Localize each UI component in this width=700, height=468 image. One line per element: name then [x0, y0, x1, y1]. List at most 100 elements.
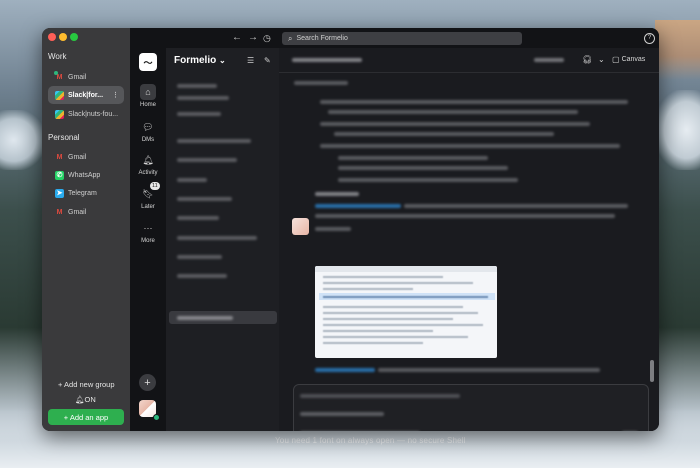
gmail-icon: M	[56, 153, 63, 161]
rail-item-label: More	[141, 238, 155, 244]
channel-title[interactable]	[292, 58, 362, 62]
message-link[interactable]	[315, 368, 375, 372]
message-text	[378, 368, 600, 372]
desktop-wallpaper-clouds-right	[655, 90, 700, 170]
gmail-icon: M	[56, 208, 63, 216]
rail-item-activity[interactable]: 🔔︎ Activity	[130, 152, 166, 177]
online-status-dot	[54, 71, 58, 75]
switcher-item-label: WhatsApp	[68, 171, 101, 179]
message-text	[315, 214, 615, 218]
app-window: Work M Gmail Slack|for... ⋮ Slack|nuts-f…	[42, 28, 659, 431]
rail-item-label: Later	[141, 204, 155, 210]
message-image-attachment[interactable]	[315, 266, 497, 358]
whatsapp-icon: ✆	[55, 170, 64, 180]
list-item[interactable]	[177, 139, 251, 143]
switcher-item-label: Slack|for...	[68, 91, 104, 99]
create-new-button[interactable]: +	[139, 374, 156, 391]
more-icon: ···	[143, 223, 153, 233]
help-icon[interactable]: ?	[644, 33, 655, 44]
add-new-group-button[interactable]: + Add new group	[58, 380, 115, 389]
switcher-item-label: Slack|nuts-fou...	[68, 110, 119, 118]
dms-icon: 💬︎	[142, 121, 154, 132]
back-arrow-icon[interactable]: ←	[232, 32, 242, 44]
message-text	[315, 227, 351, 231]
more-options-icon[interactable]: ⋮	[112, 91, 119, 99]
minimize-window-button[interactable]	[59, 33, 67, 41]
rail-item-later[interactable]: 🔖︎ Later	[130, 186, 166, 211]
filter-icon[interactable]: ☰	[247, 56, 254, 65]
switcher-item-gmail-personal-2[interactable]: M Gmail	[48, 203, 124, 221]
switcher-item-gmail-work[interactable]: M Gmail	[48, 68, 124, 86]
list-item[interactable]	[177, 316, 233, 320]
switcher-item-label: Gmail	[68, 73, 87, 81]
message-author-avatar[interactable]	[292, 218, 309, 235]
switcher-item-label: Gmail	[68, 153, 87, 161]
notifications-state: ON	[84, 395, 96, 404]
switcher-item-slack-nuts[interactable]: Slack|nuts-fou...	[48, 105, 124, 123]
message-composer[interactable]	[293, 384, 649, 431]
chevron-down-icon: ⌄	[219, 56, 226, 65]
composer-input[interactable]	[300, 412, 384, 416]
history-icon[interactable]: ◷	[263, 32, 271, 44]
telegram-icon: ➤	[55, 188, 64, 198]
online-status-dot	[153, 414, 160, 421]
list-item[interactable]	[177, 84, 217, 88]
bell-icon: 🔔︎	[75, 395, 85, 404]
desktop-caption: You need 1 font on always open — no secu…	[275, 436, 466, 445]
app-switcher-panel: Work M Gmail Slack|for... ⋮ Slack|nuts-f…	[42, 28, 130, 431]
search-input[interactable]: ⌕ Search Formelio	[282, 32, 522, 45]
group-title-work: Work	[48, 52, 67, 61]
slack-icon	[55, 90, 64, 100]
rail-item-label: DMs	[141, 137, 155, 143]
message-author-name[interactable]	[315, 192, 359, 196]
message-pane	[279, 48, 659, 431]
rail-item-more[interactable]: ··· More	[130, 220, 166, 244]
list-item[interactable]	[177, 255, 222, 259]
compose-icon[interactable]: ✎	[264, 56, 271, 65]
forward-arrow-icon[interactable]: →	[248, 32, 258, 44]
message-text	[328, 110, 578, 114]
later-count-badge: 11	[150, 182, 160, 190]
switcher-item-whatsapp[interactable]: ✆ WhatsApp	[48, 166, 124, 184]
canvas-button[interactable]: ▢ Canvas	[612, 55, 645, 64]
message-text	[338, 156, 488, 160]
workspace-name[interactable]: Formelio ⌄	[174, 55, 226, 66]
search-placeholder: Search Formelio	[296, 35, 348, 42]
switcher-item-gmail-personal[interactable]: M Gmail	[48, 148, 124, 166]
members-avatars[interactable]	[534, 58, 564, 62]
workspace-logo[interactable]: 〜	[139, 53, 157, 71]
rail-item-label: Activity	[138, 170, 158, 176]
switcher-item-label: Gmail	[68, 208, 87, 216]
list-item[interactable]	[177, 96, 229, 100]
group-title-personal: Personal	[48, 133, 80, 142]
message-text	[320, 144, 620, 148]
list-item[interactable]	[177, 274, 227, 278]
zoom-window-button[interactable]	[70, 33, 78, 41]
switcher-item-slack-formelio[interactable]: Slack|for... ⋮	[48, 86, 124, 104]
list-item[interactable]	[177, 158, 237, 162]
rail-item-dms[interactable]: 💬︎ DMs	[130, 119, 166, 144]
home-icon: ⌂	[140, 84, 156, 100]
rail-item-home[interactable]: ⌂ Home	[130, 84, 166, 108]
close-window-button[interactable]	[48, 33, 56, 41]
message-text	[404, 204, 628, 208]
list-item[interactable]	[177, 216, 219, 220]
message-pane-scrollbar[interactable]	[650, 360, 654, 382]
switcher-item-telegram[interactable]: ➤ Telegram	[48, 184, 124, 202]
canvas-label: Canvas	[621, 56, 646, 63]
chevron-down-icon[interactable]: ⌄	[598, 55, 605, 64]
headphones-icon[interactable]: 🎧︎	[582, 55, 592, 64]
slack-icon	[55, 109, 64, 119]
workspace-name-text: Formelio	[174, 55, 217, 66]
list-item[interactable]	[177, 197, 232, 201]
switcher-item-label: Telegram	[68, 189, 97, 197]
list-item[interactable]	[177, 112, 221, 116]
message-text	[338, 178, 518, 182]
list-item[interactable]	[177, 178, 207, 182]
add-app-button[interactable]: + Add an app	[48, 409, 124, 425]
notifications-toggle[interactable]: 🔔︎ON	[75, 395, 96, 404]
list-item[interactable]	[177, 236, 257, 240]
message-link[interactable]	[315, 204, 401, 208]
message-text	[338, 166, 508, 170]
formatting-toolbar[interactable]	[300, 394, 460, 398]
